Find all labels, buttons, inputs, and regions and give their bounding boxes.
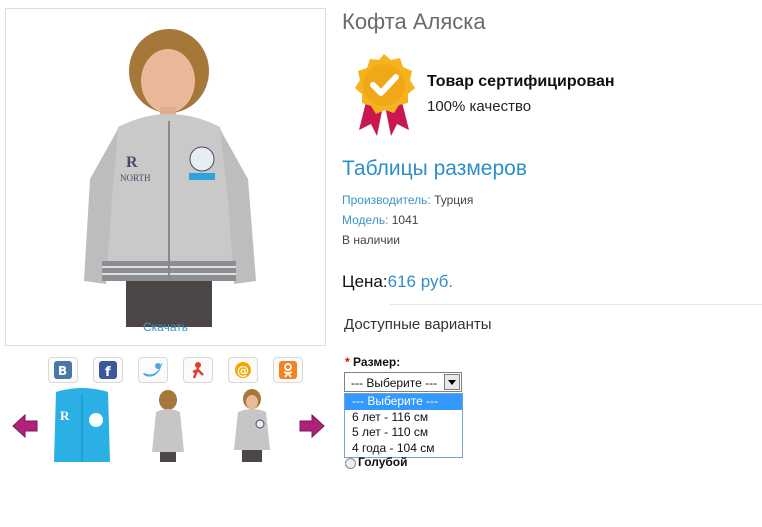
manufacturer-label[interactable]: Производитель: [342, 193, 431, 207]
thumbnail-front[interactable] [228, 386, 276, 464]
manufacturer-value: Турция [434, 193, 474, 207]
odnoklassniki-icon[interactable] [273, 357, 303, 383]
thumbnail-back[interactable] [148, 386, 188, 464]
size-option[interactable]: --- Выберите --- [345, 394, 462, 410]
carousel-prev-arrow-icon[interactable] [12, 413, 38, 439]
color-option-label: Голубой [358, 455, 408, 469]
twitter-icon[interactable] [138, 357, 168, 383]
size-option[interactable]: 4 года - 104 см [345, 441, 462, 457]
size-dropdown-list: --- Выберите --- 6 лет - 116 см 5 лет - … [344, 393, 463, 458]
chevron-down-icon[interactable] [444, 374, 460, 390]
size-option[interactable]: 6 лет - 116 см [345, 410, 462, 426]
certified-title: Товар сертифицирован [427, 73, 615, 90]
required-mark: * [345, 355, 350, 369]
certified-badge-icon [351, 52, 417, 143]
certified-subtitle: 100% качество [427, 98, 532, 115]
size-select[interactable]: --- Выберите --- [344, 372, 462, 392]
svg-text:B: B [58, 364, 67, 378]
carousel-next-arrow-icon[interactable] [299, 413, 325, 439]
svg-text:R: R [126, 154, 138, 171]
size-label-text: Размер: [353, 355, 401, 369]
vkontakte-icon[interactable]: B [48, 357, 78, 383]
svg-text:R: R [60, 408, 70, 423]
price-value: 616 руб. [387, 272, 454, 291]
size-option-label: * Размер: [345, 355, 400, 369]
color-radio[interactable] [345, 458, 356, 469]
product-photo[interactable]: R NORTH [5, 8, 326, 346]
svg-text:f: f [105, 365, 111, 379]
manufacturer-row: Производитель: Турция [342, 193, 473, 207]
size-select-value: --- Выберите --- [351, 376, 438, 390]
mailru-icon[interactable]: @ [228, 357, 258, 383]
price-label: Цена: [342, 272, 388, 291]
moikrug-icon[interactable] [183, 357, 213, 383]
svg-text:NORTH: NORTH [120, 173, 151, 183]
stock-status: В наличии [342, 233, 401, 247]
thumbnail-blue[interactable]: R [52, 386, 112, 464]
size-table-link[interactable]: Таблицы размеров [342, 157, 527, 181]
product-title: Кофта Аляска [342, 9, 486, 34]
price: Цена:616 руб. [342, 272, 453, 292]
product-photo-image: R NORTH [84, 29, 256, 327]
model-value: 1041 [391, 213, 419, 227]
options-divider [390, 304, 762, 305]
size-option[interactable]: 5 лет - 110 см [345, 425, 462, 441]
facebook-icon[interactable]: f [93, 357, 123, 383]
options-heading: Доступные варианты [344, 316, 492, 333]
download-link[interactable]: Скачать [5, 320, 326, 334]
model-row: Модель: 1041 [342, 213, 418, 227]
svg-text:@: @ [237, 364, 249, 378]
model-label: Модель: [342, 213, 389, 227]
